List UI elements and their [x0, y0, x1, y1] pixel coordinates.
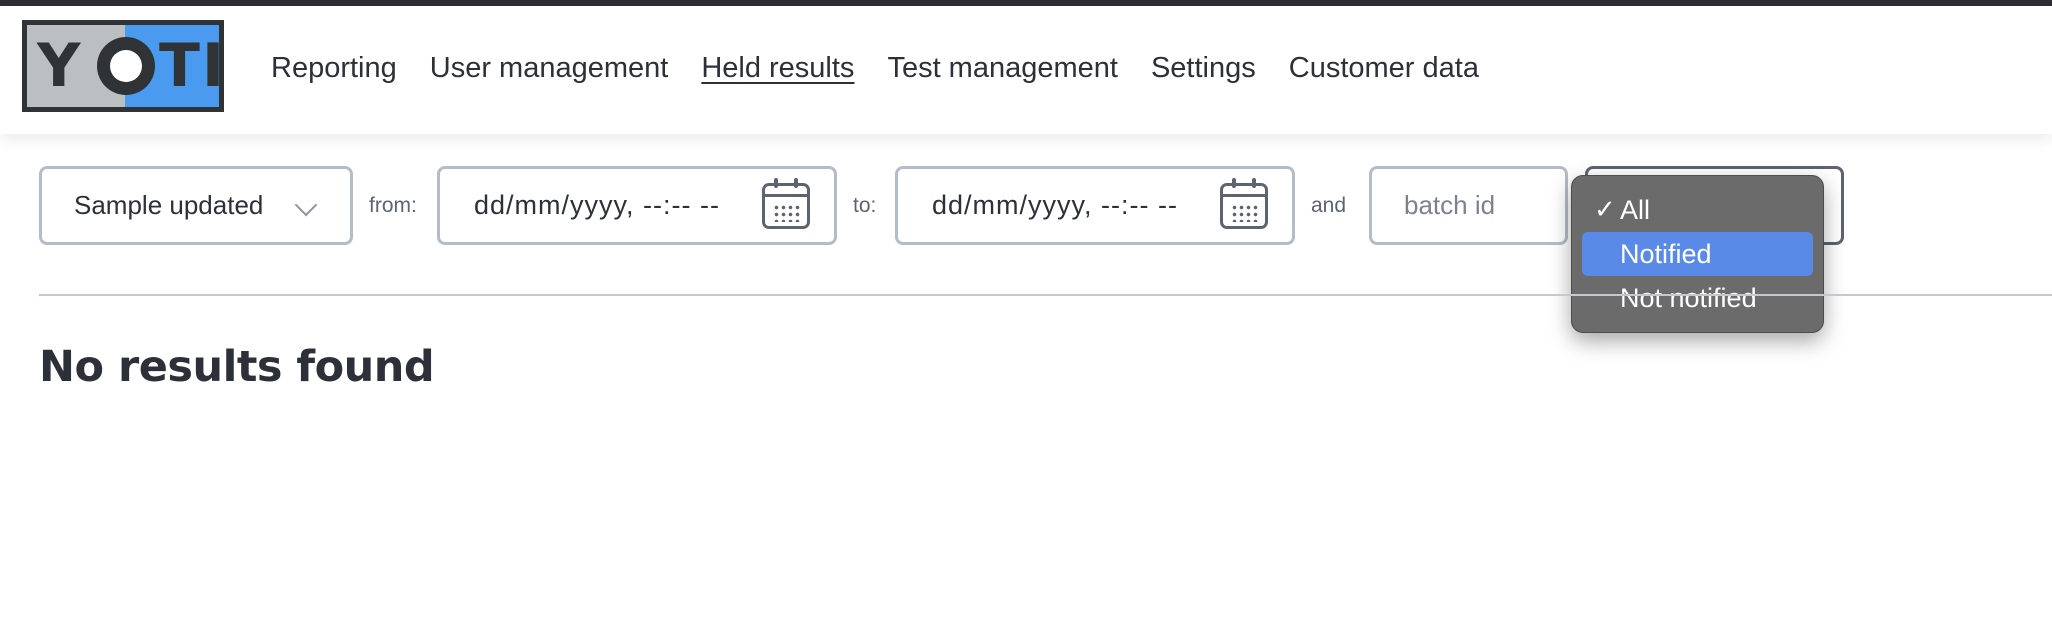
- nav-settings[interactable]: Settings: [1151, 52, 1256, 85]
- logo-letter-y: Y: [37, 31, 83, 101]
- logo-letters-ti: TI: [159, 31, 227, 101]
- batch-id-field[interactable]: [1369, 166, 1568, 245]
- to-date-value: dd/mm/yyyy, --:-- --: [932, 190, 1178, 220]
- option-not-notified-label: Not notified: [1620, 282, 1757, 313]
- batch-id-input[interactable]: [1404, 190, 1554, 221]
- option-all-label: All: [1620, 194, 1651, 225]
- notification-status-dropdown: ✓ All Notified Not notified: [1571, 175, 1824, 333]
- date-type-value: Sample updated: [74, 190, 264, 220]
- no-results-message: No results found: [39, 342, 435, 392]
- calendar-icon[interactable]: [762, 178, 810, 229]
- main-nav: Reporting User management Held results T…: [271, 52, 1512, 85]
- yoti-logo[interactable]: Y TI: [22, 20, 224, 112]
- chevron-down-icon: [294, 193, 318, 217]
- app-header: Y TI Reporting User management Held resu…: [0, 6, 2052, 134]
- results-divider: [39, 294, 2052, 296]
- from-date-input[interactable]: dd/mm/yyyy, --:-- --: [437, 166, 837, 245]
- checkmark-icon: ✓: [1594, 194, 1616, 224]
- option-notified[interactable]: Notified: [1582, 232, 1813, 276]
- calendar-icon[interactable]: [1220, 178, 1268, 229]
- option-all[interactable]: ✓ All: [1582, 188, 1813, 232]
- from-date-value: dd/mm/yyyy, --:-- --: [474, 190, 720, 220]
- nav-customer-data[interactable]: Customer data: [1289, 52, 1479, 85]
- nav-held-results[interactable]: Held results: [701, 52, 854, 85]
- nav-test-management[interactable]: Test management: [887, 52, 1118, 85]
- nav-reporting[interactable]: Reporting: [271, 52, 397, 85]
- option-not-notified[interactable]: Not notified: [1582, 276, 1813, 320]
- option-notified-label: Notified: [1620, 238, 1712, 269]
- and-label: and: [1311, 194, 1347, 217]
- from-label: from:: [369, 194, 417, 217]
- date-type-select[interactable]: Sample updated: [39, 166, 353, 245]
- nav-user-management[interactable]: User management: [430, 52, 669, 85]
- logo-o-mark: [97, 37, 155, 95]
- to-label: to:: [853, 194, 877, 217]
- to-date-input[interactable]: dd/mm/yyyy, --:-- --: [895, 166, 1295, 245]
